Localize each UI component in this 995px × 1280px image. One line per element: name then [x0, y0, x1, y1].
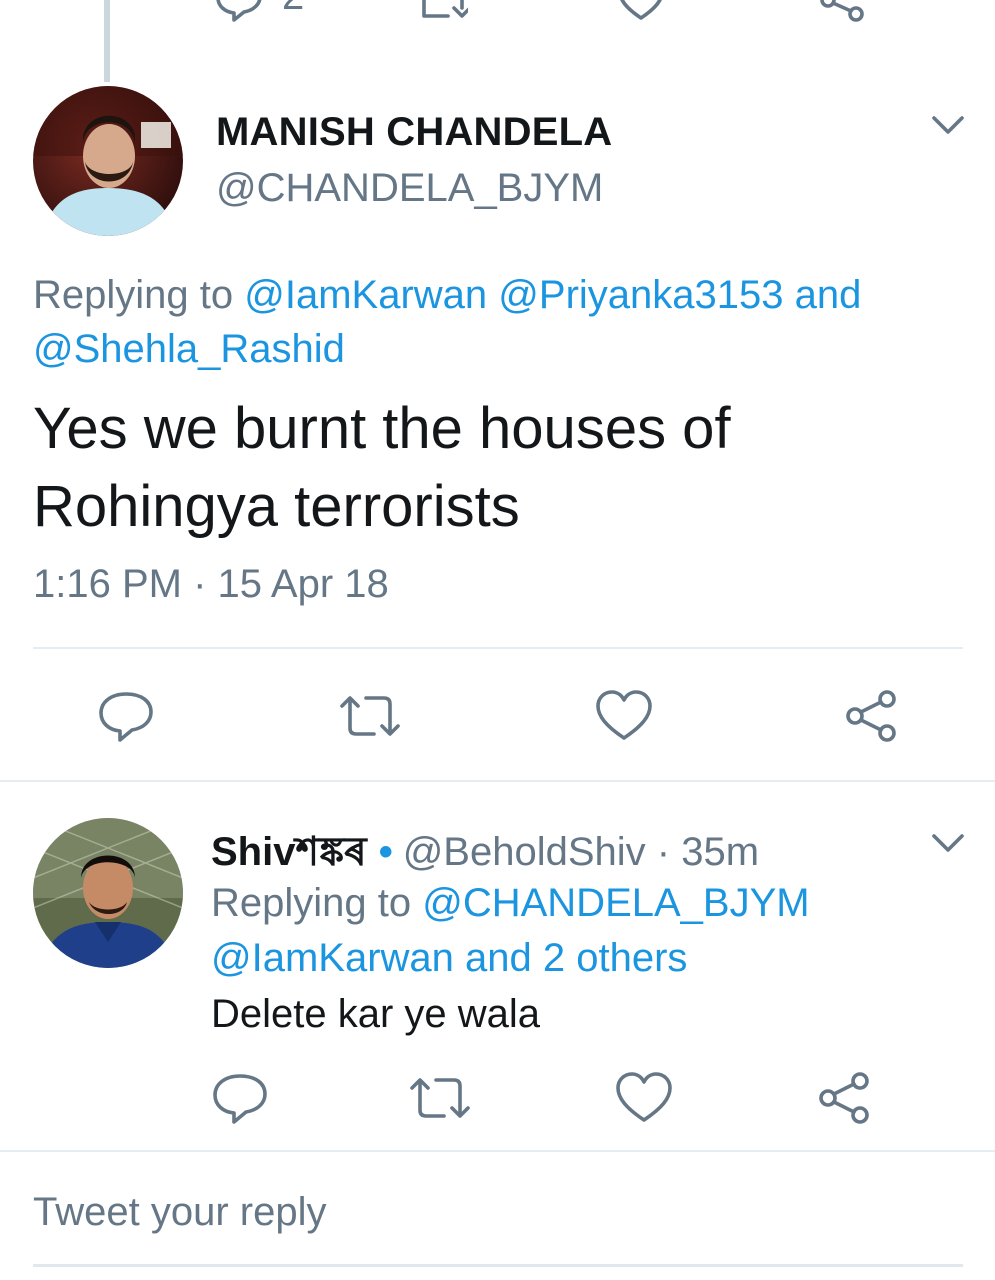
share-button[interactable] — [816, 1070, 876, 1126]
share-icon[interactable] — [818, 0, 868, 22]
tweet-timestamp[interactable]: 1:16 PM · 15 Apr 18 — [33, 562, 389, 607]
like-button[interactable] — [614, 1070, 674, 1126]
replying-and[interactable]: and — [795, 273, 862, 317]
reply-icon — [99, 692, 153, 742]
mention-link[interactable]: @CHANDELA_BJYM — [422, 881, 809, 925]
mention-link[interactable]: @IamKarwan — [244, 273, 487, 317]
replying-prefix: Replying to — [211, 881, 423, 925]
previous-tweet-actions: 2 — [0, 0, 995, 30]
tweet-reply-input[interactable]: Tweet your reply — [33, 1190, 963, 1264]
share-icon — [819, 1072, 869, 1124]
reply-age: 35m — [681, 830, 760, 874]
mention-link[interactable]: @Priyanka3153 — [498, 273, 783, 317]
replying-prefix: Replying to — [33, 273, 245, 317]
meta-separator: · — [181, 562, 218, 606]
author-avatar[interactable] — [33, 86, 183, 236]
reply-button[interactable] — [96, 688, 156, 744]
retweet-icon — [410, 1078, 470, 1118]
reply-replying-to: Replying to @CHANDELA_BJYM @IamKarwan and… — [211, 876, 971, 986]
replying-to: Replying to @IamKarwan @Priyanka3153 and… — [33, 268, 953, 376]
reply-author-handle[interactable]: @BeholdShiv — [403, 830, 646, 874]
like-icon — [616, 1072, 672, 1122]
retweet-button[interactable] — [410, 1070, 470, 1126]
divider — [33, 647, 963, 649]
verified-dot: • — [378, 830, 393, 874]
author-name[interactable]: MANISH CHANDELA — [216, 110, 612, 155]
mention-link[interactable]: @IamKarwan and 2 others — [211, 936, 687, 980]
reply-input-underline — [33, 1264, 963, 1267]
like-icon[interactable] — [616, 0, 666, 22]
reply-button[interactable] — [210, 1070, 270, 1126]
tweet-time: 1:16 PM — [33, 562, 182, 606]
mention-link[interactable]: @Shehla_Rashid — [33, 327, 345, 371]
chevron-down-icon[interactable] — [930, 112, 966, 138]
retweet-icon[interactable] — [418, 0, 468, 22]
tweet-text: Yes we burnt the houses of Rohingya terr… — [33, 396, 731, 539]
share-icon — [846, 690, 896, 742]
like-icon — [596, 690, 652, 740]
divider — [0, 1150, 995, 1152]
retweet-icon — [340, 696, 400, 736]
divider — [0, 780, 995, 782]
reply-author-avatar[interactable] — [33, 818, 183, 968]
chevron-down-icon[interactable] — [930, 830, 966, 856]
reply-icon — [213, 1074, 267, 1124]
meta-separator: · — [645, 830, 682, 874]
retweet-button[interactable] — [340, 688, 400, 744]
tweet-date: 15 Apr 18 — [217, 562, 389, 606]
reply-author-name[interactable]: Shivশঙ্কৰ — [211, 830, 367, 874]
share-button[interactable] — [843, 688, 903, 744]
thread-connector-line — [104, 0, 110, 82]
author-handle[interactable]: @CHANDELA_BJYM — [216, 166, 603, 211]
like-button[interactable] — [594, 688, 654, 744]
reply-icon[interactable] — [214, 0, 264, 22]
reply-tweet-text: Delete kar ye wala — [211, 992, 541, 1036]
reply-count: 2 — [282, 0, 304, 19]
